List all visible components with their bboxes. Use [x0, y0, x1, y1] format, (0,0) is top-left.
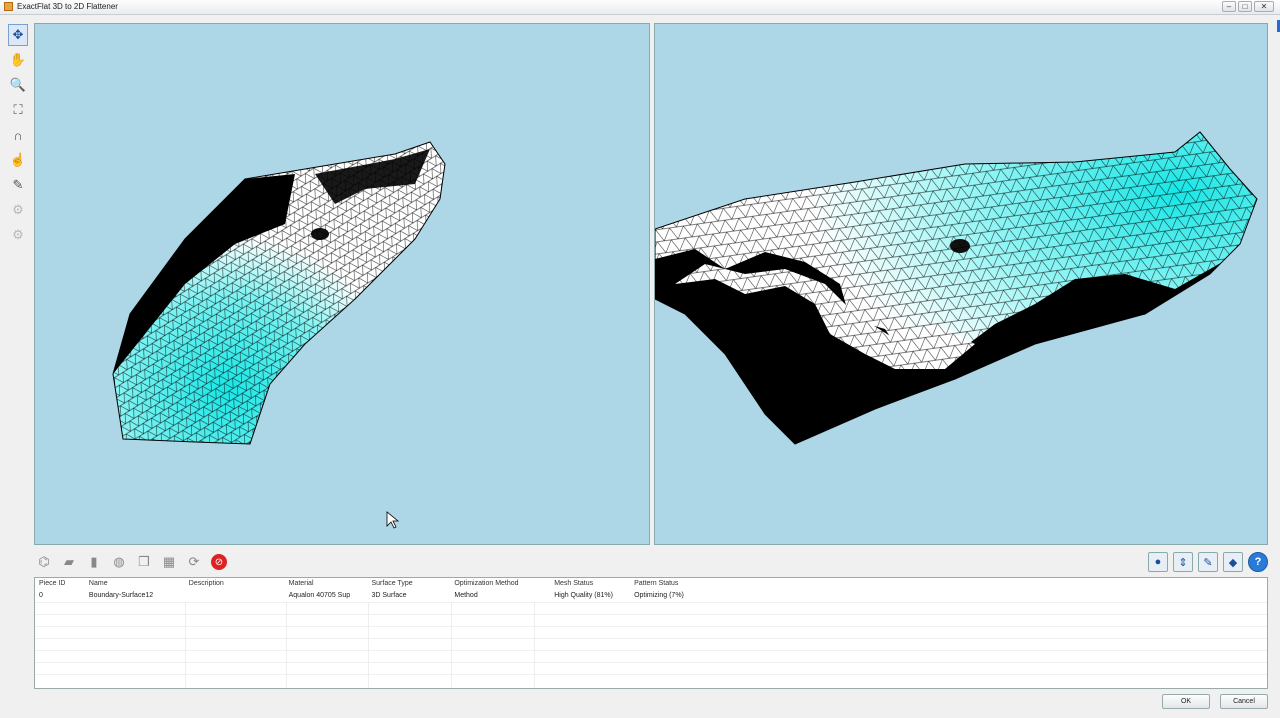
surface-alt-tool-icon: ▮ — [90, 554, 98, 569]
table-body: Piece ID Name Description Material Surface T… — [35, 578, 700, 602]
magnet-tool-button[interactable]: ∩ — [8, 124, 28, 146]
pieces-table[interactable]: Piece ID Name Description Material Surface T… — [34, 577, 1268, 689]
record-tool-button[interactable]: ● — [1148, 552, 1168, 572]
pan-tool-icon: ✋ — [9, 52, 27, 67]
window-title: ExactFlat 3D to 2D Flattener — [17, 2, 118, 11]
paint-tool-icon: ✎ — [12, 177, 24, 192]
table-cell: 3D Surface — [371, 592, 407, 599]
column-header[interactable]: Material — [285, 578, 368, 590]
3d-viewport[interactable] — [34, 23, 650, 545]
surface-tool-button[interactable]: ▰ — [59, 552, 79, 572]
table-cell: Aqualon 40705 Sup — [288, 592, 351, 599]
cancel-button[interactable]: Cancel — [1220, 694, 1268, 709]
view-toolbar: ✥ ✋ 🔍 ⛶ ∩ ☝ ✎ ⚙ ⚙ — [8, 24, 30, 246]
column-header[interactable]: Name — [85, 578, 185, 590]
pan-tool-button[interactable]: ✋ — [8, 49, 28, 71]
help-tool-button[interactable]: ? — [1248, 552, 1268, 572]
edit-tool-button[interactable]: ✎ — [1198, 552, 1218, 572]
measure-tool-button[interactable]: ⇕ — [1173, 552, 1193, 572]
flatten-tool-icon: ⌬ — [38, 554, 50, 569]
minimize-button[interactable]: – — [1222, 1, 1236, 12]
zoom-extents-tool-icon: ⛶ — [13, 102, 23, 117]
color-map-tool-icon: ◆ — [1228, 556, 1238, 569]
table-cell: 0 — [39, 592, 43, 599]
refresh-tool-button[interactable]: ⟳ — [184, 552, 204, 572]
measure-tool-icon: ⇕ — [1178, 556, 1188, 569]
rotate-tool-button[interactable]: ✥ — [8, 24, 28, 46]
column-header[interactable]: Piece ID — [35, 578, 85, 590]
settings-tool-button[interactable]: ⚙ — [8, 199, 28, 221]
column-header[interactable]: Surface Type — [367, 578, 450, 590]
surface-alt-tool-button[interactable]: ▮ — [84, 552, 104, 572]
app-icon — [4, 2, 13, 11]
layers-tool-button[interactable]: ❒ — [134, 552, 154, 572]
table-cell: Optimizing (7%) — [634, 592, 684, 599]
sphere-tool-button[interactable]: ◍ — [109, 552, 129, 572]
magnet-tool-icon: ∩ — [13, 127, 23, 143]
mesh-tool-button[interactable]: ▦ — [159, 552, 179, 572]
layers-tool-icon: ❒ — [138, 554, 150, 569]
column-header[interactable]: Mesh Status — [550, 578, 630, 590]
flatten-tool-button[interactable]: ⌬ — [34, 552, 54, 572]
mouse-cursor-icon — [386, 511, 400, 529]
ok-button[interactable]: OK — [1162, 694, 1210, 709]
window-controls: – □ ✕ — [1222, 1, 1274, 12]
record-tool-icon: ● — [1154, 556, 1162, 568]
rotate-tool-icon: ✥ — [12, 27, 24, 42]
surface-tool-icon: ▰ — [64, 554, 74, 569]
table-cell: Method — [454, 592, 478, 599]
close-button[interactable]: ✕ — [1254, 1, 1274, 12]
grab-tool-button[interactable]: ☝ — [8, 149, 28, 171]
mesh-tool-icon: ▦ — [162, 554, 176, 569]
settings-alt-tool-button[interactable]: ⚙ — [8, 224, 28, 246]
help-tool-icon: ? — [1254, 556, 1262, 568]
stop-button[interactable]: ⊘ — [209, 552, 229, 572]
column-header[interactable]: Pattern Status — [630, 578, 700, 590]
table-cell: High Quality (81%) — [554, 592, 613, 599]
refresh-tool-icon: ⟳ — [188, 554, 200, 569]
table-cell: Boundary-Surface12 — [88, 592, 154, 599]
piece-toolbar: ⌬ ▰ ▮ ◍ ❒ ▦ ⟳ ⊘ — [34, 552, 229, 572]
table-grid — [35, 602, 1267, 688]
stop-icon: ⊘ — [211, 554, 227, 570]
column-header[interactable]: Optimization Method — [450, 578, 550, 590]
maximize-button[interactable]: □ — [1238, 1, 1252, 12]
zoom-tool-button[interactable]: 🔍 — [8, 74, 28, 96]
paint-tool-button[interactable]: ✎ — [8, 174, 28, 196]
2d-mesh — [655, 131, 1258, 445]
utility-toolbar: ● ⇕ ✎ ◆? — [1148, 552, 1268, 572]
title-bar: ExactFlat 3D to 2D Flattener – □ ✕ — [0, 0, 1280, 15]
table-cell — [185, 590, 285, 602]
table-row[interactable]: 0 Boundary-Surface12 Aqualon 40705 Sup 3D S… — [35, 590, 700, 602]
color-map-tool-button[interactable]: ◆ — [1223, 552, 1243, 572]
2d-viewport[interactable] — [654, 23, 1268, 545]
edit-tool-icon: ✎ — [1203, 556, 1213, 569]
zoom-tool-icon: 🔍 — [9, 77, 27, 92]
settings-alt-tool-icon: ⚙ — [12, 227, 24, 242]
zoom-extents-tool-button[interactable]: ⛶ — [8, 99, 28, 121]
3d-mesh — [112, 141, 446, 529]
table-header: Piece ID Name Description Material Surface T… — [35, 578, 700, 590]
sphere-tool-icon: ◍ — [113, 554, 125, 569]
dialog-buttons: OK Cancel — [1162, 694, 1268, 709]
column-header[interactable]: Description — [185, 578, 285, 590]
settings-tool-icon: ⚙ — [12, 202, 24, 217]
grab-tool-icon: ☝ — [9, 152, 27, 167]
